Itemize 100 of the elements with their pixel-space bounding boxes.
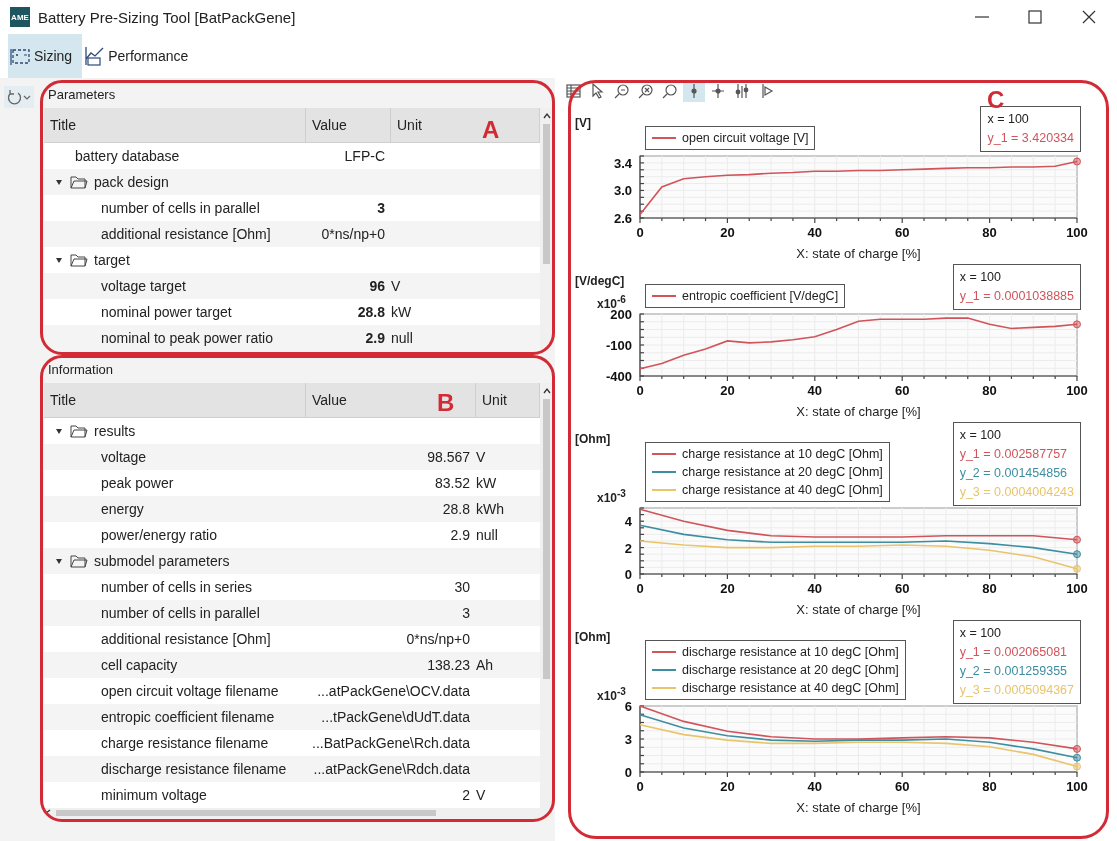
readout-y-value: y_1 = 3.420334 [987,130,1074,147]
app-logo: AME [10,7,30,27]
group-label: results [94,423,136,439]
x-tick-label: 80 [982,779,997,794]
y-tick-label: 6 [624,699,632,714]
legend-label: entropic coefficient [V/degC] [682,289,839,303]
data-point-marker [1073,157,1081,166]
data-point-marker [1073,535,1081,544]
table-row[interactable]: energy 28.8 kWh [44,496,540,522]
expand-arrow-icon[interactable] [54,255,64,265]
readout-y-value: y_2 = 0.001454856 [959,465,1069,482]
parameter-value: 3 [462,605,470,621]
panel-title: Information [47,361,115,379]
parameter-name: nominal power target [101,304,232,320]
refresh-menu-button[interactable] [4,86,34,108]
group-label: pack design [94,174,169,190]
scroll-up-icon[interactable] [541,112,552,120]
readout-y-value: y_1 = 0.002587757 [959,446,1069,463]
x-axis-title: X: state of charge [%] [796,246,921,261]
parameter-name: entropic coefficient filename [101,709,275,725]
parameter-name: voltage [101,449,147,465]
group-label: submodel parameters [94,553,230,569]
parameter-value: ...atPackGene\Rdch.data [313,761,470,777]
x-tick-label: 100 [1066,779,1088,794]
table-row[interactable]: discharge resistance filename ...atPackGene\Rdch.data [44,756,540,782]
x-tick-label: 0 [636,225,644,240]
parameter-name: energy [101,501,144,517]
parameter-value: LFP-C [344,148,385,164]
readout-y-value: y_3 = 0.0004004243 [959,484,1074,501]
table-row[interactable]: cell capacity 138.23 Ah [44,652,540,678]
table-row[interactable]: entropic coefficient filename ...tPackGene\dUdT.data [44,704,540,730]
parameter-name: cell capacity [101,657,178,673]
table-row[interactable]: pack design [44,169,540,195]
expand-arrow-icon[interactable] [54,177,64,187]
x-tick-label: 0 [636,383,644,398]
y-scale-label: x10$^{-3}$ [597,488,626,505]
folder-icon [70,175,88,189]
y-tick-label: 3.0 [613,183,632,199]
folder-icon [70,554,88,568]
scrollbar-thumb[interactable] [543,399,550,679]
x-tick-label: 0 [636,779,644,794]
y-axis-title: [V/degC] [575,274,625,288]
table-row[interactable]: submodel parameters [44,548,540,574]
parameter-value: 2.9 [450,527,470,543]
x-tick-label: 80 [982,225,997,240]
x-tick-label: 100 [1066,225,1088,240]
parameter-value: 2.9 [365,330,385,346]
column-header[interactable]: Value [306,108,391,142]
y-tick-label: -100 [605,338,632,353]
parameter-value: ...atPackGene\OCV.data [317,683,470,699]
expand-arrow-icon[interactable] [54,426,64,436]
column-header[interactable]: Title [44,383,306,417]
data-point-marker [1073,564,1081,573]
y-tick-label: 3.4 [613,155,632,171]
pointer-icon [589,82,607,100]
ribbon-tab[interactable]: Performance [82,34,199,78]
folder-icon [70,424,88,438]
group-label: target [94,252,130,268]
table-row[interactable]: nominal to peak power ratio 2.9 null [44,325,540,351]
parameter-value: 0*ns/np+0 [406,631,470,647]
table-row[interactable]: voltage 98.567 V [44,444,540,470]
x-tick-label: 20 [720,581,735,596]
table-row[interactable]: number of cells in parallel 3 [44,600,540,626]
minimize-icon [975,16,989,18]
x-tick-label: 80 [982,581,997,596]
x-tick-label: 40 [807,581,823,596]
readout-y-value: y_2 = 0.001259355 [959,663,1069,680]
unit-label: V [476,449,486,465]
parameter-value: 83.52 [434,475,470,491]
readout-y-value: y_1 = 0.002065081 [959,644,1069,661]
x-tick-label: 80 [982,383,997,398]
scrollbar-thumb[interactable] [543,124,550,264]
unit-label: V [476,787,486,803]
unit-label: kWh [476,501,504,517]
readout-x-value: x = 100 [959,269,1002,286]
table-row[interactable]: additional resistance [Ohm] 0*ns/np+0 [44,221,540,247]
parameter-value: 138.23 [427,657,470,673]
annotation-label: C [987,86,1005,114]
close-icon [1081,9,1097,25]
parameter-value: 28.8 [357,304,385,320]
x-tick-label: 100 [1066,581,1088,596]
x-tick-label: 40 [807,225,823,240]
y-tick-label: 4 [624,514,632,530]
ribbon-tab[interactable]: Sizing [8,34,83,78]
unit-label: null [476,527,498,543]
scrollbar-thumb[interactable] [56,810,436,816]
y-axis-title: [Ohm] [575,630,611,644]
y-tick-label: 0 [624,567,632,582]
scroll-up-icon[interactable] [541,387,552,395]
y-tick-label: 3 [624,732,632,747]
expand-arrow-icon[interactable] [54,556,64,566]
parameter-name: additional resistance [Ohm] [101,631,271,647]
readout-x-value: x = 100 [987,111,1030,128]
readout-y-value: y_3 = 0.0005094367 [959,682,1074,699]
readout-y-value: y_1 = 0.0001038885 [959,288,1074,305]
y-axis-title: [Ohm] [575,432,611,446]
folder-icon [70,253,88,267]
column-header[interactable]: Title [44,108,306,142]
table-row[interactable]: voltage target 96 V [44,273,540,299]
y-axis [639,705,645,773]
